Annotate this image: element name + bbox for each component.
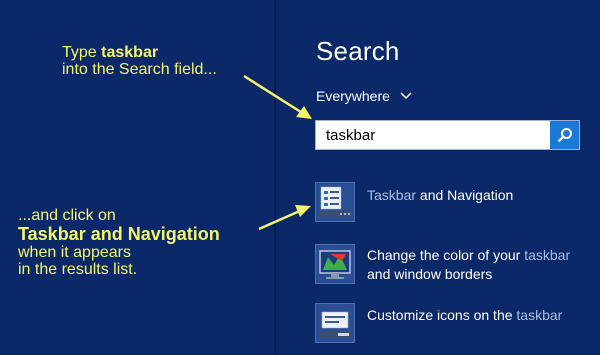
search-input[interactable] <box>316 121 550 149</box>
result-text: and window borders <box>367 266 493 282</box>
result-label: Taskbar and Navigation <box>367 186 513 205</box>
annotation-type-taskbar: Type taskbar into the Search field... <box>62 44 217 78</box>
result-label: Change the color of your taskbar and win… <box>367 246 570 284</box>
color-settings-icon <box>315 244 355 284</box>
result-highlight: taskbar <box>524 247 571 263</box>
search-icon <box>557 128 572 143</box>
result-text: Change the color of your <box>367 247 525 263</box>
result-change-taskbar-color[interactable]: Change the color of your taskbar and win… <box>315 244 570 284</box>
annotation-keyword: Taskbar and Navigation <box>18 224 220 244</box>
notification-icons-icon <box>315 303 355 343</box>
search-box <box>315 120 580 150</box>
result-text: Customize icons on the <box>367 307 517 323</box>
result-taskbar-and-navigation[interactable]: Taskbar and Navigation <box>315 182 513 222</box>
result-highlight: taskbar <box>516 307 563 323</box>
search-scope-dropdown[interactable]: Everywhere <box>316 88 412 104</box>
scope-label: Everywhere <box>316 88 390 104</box>
charm-title: Search <box>316 36 400 66</box>
annotation-keyword: taskbar <box>101 44 159 61</box>
annotation-text: when it appears <box>18 244 131 261</box>
annotation-text: into the Search field... <box>62 61 217 78</box>
annotation-text: ...and click on <box>18 207 116 224</box>
result-highlight: Taskbar <box>367 187 417 203</box>
taskbar-settings-icon <box>315 182 355 222</box>
result-customize-icons[interactable]: Customize icons on the taskbar <box>315 303 562 343</box>
annotation-text: in the results list. <box>18 261 138 278</box>
result-label: Customize icons on the taskbar <box>367 306 562 325</box>
search-button[interactable] <box>550 121 579 149</box>
chevron-down-icon <box>400 92 412 100</box>
result-text: and Navigation <box>416 187 514 203</box>
annotation-click-result: ...and click on Taskbar and Navigation w… <box>18 207 220 278</box>
annotation-text: Type <box>62 44 102 61</box>
